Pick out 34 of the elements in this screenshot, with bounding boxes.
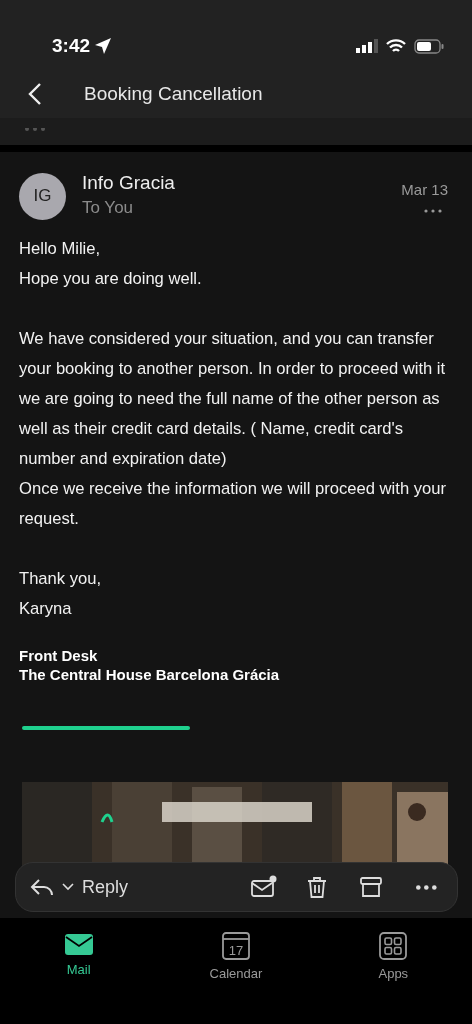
body-text: Hello Milie, [19, 238, 102, 261]
body-text: Karyna [19, 598, 73, 621]
body-text: Hope you are doing well. [19, 268, 203, 291]
calendar-icon: 17 [222, 932, 250, 960]
sender-avatar: IG [19, 172, 66, 220]
back-icon [28, 82, 42, 106]
clock-time: 3:42 [52, 33, 91, 58]
reply-icon [30, 877, 54, 897]
signal-icon [356, 39, 378, 53]
message-date: Mar 13 [401, 179, 448, 200]
screen-title: Booking Cancellation [84, 81, 263, 106]
unread-mail-icon [251, 875, 277, 899]
more-icon [415, 884, 437, 890]
mark-unread-button[interactable] [249, 875, 279, 899]
reply-button[interactable]: Reply [30, 873, 129, 901]
wifi-icon [386, 38, 406, 54]
recipient-label: To You [82, 196, 135, 219]
sender-name: Info Gracia [82, 172, 176, 195]
tab-item[interactable]: 17 Calendar [157, 918, 315, 1024]
more-icon [24, 127, 46, 134]
body-text: Thank you, [19, 568, 103, 591]
apps-icon [379, 932, 408, 960]
caret-icon [62, 883, 74, 891]
signature-text: The Central House Barcelona Grácia [19, 665, 281, 685]
more-icon [424, 209, 442, 214]
body-text: We have considered your situation, and you can transfer your booking to another person. In order to proceed with it we are going to need the full name of the other person as well as their credit card details. ( Name, credit card's number and expiration date) [19, 328, 447, 471]
battery-icon [414, 38, 444, 54]
tab-item[interactable]: Mail [0, 918, 158, 1024]
tab-item[interactable]: Apps [314, 918, 472, 1024]
location-arrow-icon [94, 37, 113, 55]
archive-icon [359, 875, 385, 899]
body-text: Once we receive the information we will proceed with your request. [19, 478, 448, 531]
mail-icon [63, 932, 94, 956]
signature-text: Front Desk [19, 646, 99, 666]
